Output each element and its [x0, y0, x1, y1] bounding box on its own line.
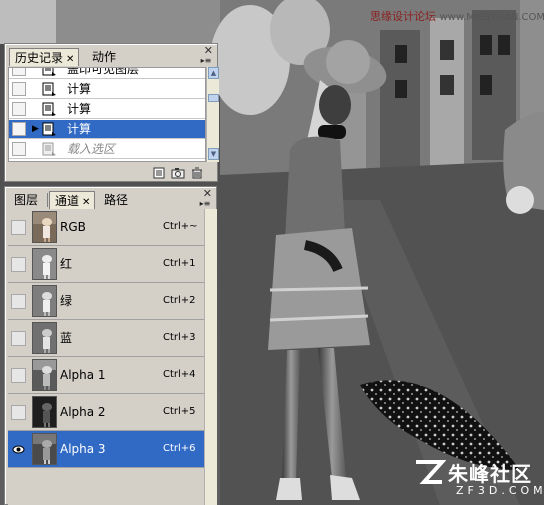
channel-shortcut: Ctrl+3 [163, 332, 196, 343]
tab-history[interactable]: 历史记录 ✕ [9, 48, 80, 66]
tab-layers[interactable]: 图层 [9, 191, 42, 209]
history-item-label: 载入选区 [67, 142, 116, 156]
visibility-toggle[interactable] [11, 294, 26, 309]
visibility-toggle[interactable] [11, 220, 26, 235]
channels-panel: 图层 通道 ✕ 路径 ✕ ▸≡ RGB Ctrl+~ 红 Ctrl+1 绿 Ct… [4, 186, 217, 505]
history-item-label: 计算 [67, 82, 92, 96]
watermark-brand: 朱峰社区 [448, 462, 532, 486]
close-icon[interactable]: ✕ [82, 197, 90, 208]
eye-icon [12, 445, 25, 454]
history-source-checkbox[interactable] [12, 142, 26, 156]
channel-list: RGB Ctrl+~ 红 Ctrl+1 绿 Ctrl+2 蓝 Ctrl+3 Al… [8, 209, 204, 505]
history-item-label: 盖印可见图层 [67, 67, 140, 76]
channel-name: Alpha 3 [60, 442, 106, 456]
history-item[interactable]: 盖印可见图层 [9, 67, 205, 79]
close-icon[interactable]: ✕ [66, 54, 74, 65]
new-snapshot-icon[interactable] [171, 167, 185, 179]
history-source-checkbox[interactable] [12, 122, 26, 136]
history-state-icon [42, 122, 56, 136]
channel-name: Alpha 1 [60, 368, 106, 382]
visibility-toggle[interactable] [11, 405, 26, 420]
history-state-icon [42, 82, 56, 96]
channel-shortcut: Ctrl+~ [163, 221, 198, 232]
tab-paths[interactable]: 路径 [99, 191, 132, 209]
channel-row-red[interactable]: 红 Ctrl+1 [8, 246, 204, 283]
channel-row-alpha-3[interactable]: Alpha 3 Ctrl+6 [8, 431, 204, 468]
history-footer [5, 165, 217, 181]
new-document-from-state-icon[interactable] [152, 167, 166, 179]
history-item-label: 计算 [67, 102, 92, 116]
history-source-checkbox[interactable] [12, 82, 26, 96]
tab-history-label: 历史记录 [15, 51, 64, 65]
visibility-toggle[interactable] [11, 331, 26, 346]
tab-actions[interactable]: 动作 [87, 48, 120, 66]
watermark-top: 思缘设计论坛 www.MISSYUAN.COM [370, 8, 544, 24]
visibility-toggle[interactable] [11, 368, 26, 383]
channel-shortcut: Ctrl+6 [163, 443, 196, 454]
history-panel-header: 历史记录 ✕ 动作 ✕ ▸≡ [5, 44, 217, 66]
panel-menu-icon[interactable]: ▸≡ [198, 56, 214, 66]
channels-panel-header: 图层 通道 ✕ 路径 ✕ ▸≡ [5, 187, 216, 209]
history-list: 盖印可见图层 计算 计算 ▶ 计算 载入选区 [8, 67, 206, 162]
history-state-icon [42, 102, 56, 116]
history-pointer-icon: ▶ [32, 124, 39, 134]
channel-thumbnail [32, 248, 57, 280]
watermark-top-site: www.MISSYUAN.COM [439, 12, 544, 23]
history-state-icon [42, 142, 56, 156]
channel-shortcut: Ctrl+4 [163, 369, 196, 380]
channel-thumbnail [32, 396, 57, 428]
scroll-up-icon[interactable]: ▲ [208, 67, 219, 79]
visibility-toggle[interactable] [11, 257, 26, 272]
trash-icon[interactable] [190, 167, 204, 179]
history-source-checkbox[interactable] [12, 68, 26, 76]
channel-row-alpha-2[interactable]: Alpha 2 Ctrl+5 [8, 394, 204, 431]
channel-name: 蓝 [60, 331, 73, 345]
panel-close-icon[interactable]: ✕ [204, 45, 213, 56]
tab-layers-label: 图层 [14, 193, 39, 207]
panel-menu-icon[interactable]: ▸≡ [197, 199, 213, 209]
tab-paths-label: 路径 [104, 193, 129, 207]
channel-thumbnail [32, 359, 57, 391]
channel-row-green[interactable]: 绿 Ctrl+2 [8, 283, 204, 320]
channel-row-blue[interactable]: 蓝 Ctrl+3 [8, 320, 204, 357]
history-item-selected[interactable]: ▶ 计算 [9, 120, 205, 139]
scroll-thumb[interactable] [208, 94, 219, 102]
watermark-top-text: 思缘设计论坛 [370, 10, 436, 23]
tab-channels-label: 通道 [55, 194, 80, 208]
channel-thumbnail [32, 322, 57, 354]
channel-name: 红 [60, 257, 73, 271]
scroll-down-icon[interactable]: ▼ [208, 148, 219, 160]
channel-shortcut: Ctrl+1 [163, 258, 196, 269]
panel-close-icon[interactable]: ✕ [203, 188, 212, 199]
channel-thumbnail [32, 211, 57, 243]
channel-row-alpha-1[interactable]: Alpha 1 Ctrl+4 [8, 357, 204, 394]
history-state-icon [42, 68, 56, 76]
tab-actions-label: 动作 [92, 50, 117, 64]
channels-scrollbar[interactable] [204, 209, 217, 505]
history-item[interactable]: 计算 [9, 100, 205, 119]
channel-shortcut: Ctrl+5 [163, 406, 196, 417]
history-item-label: 计算 [67, 122, 92, 136]
history-panel: 历史记录 ✕ 动作 ✕ ▸≡ 盖印可见图层 计算 计算 ▶ 计算 载入选区 ▲ … [4, 43, 219, 182]
watermark-site: ZF3D.COM [456, 484, 544, 497]
history-item[interactable]: 载入选区 [9, 140, 205, 159]
history-source-checkbox[interactable] [12, 102, 26, 116]
channel-name: RGB [60, 220, 86, 234]
channel-thumbnail [32, 285, 57, 317]
history-scrollbar[interactable]: ▲ ▼ [206, 67, 219, 162]
zf3d-logo-icon [416, 460, 446, 484]
channel-thumbnail [32, 433, 57, 465]
channel-name: 绿 [60, 294, 73, 308]
history-item[interactable]: 计算 [9, 80, 205, 99]
tab-separator [47, 193, 48, 207]
visibility-toggle[interactable] [11, 442, 26, 457]
tab-channels[interactable]: 通道 ✕ [49, 191, 96, 209]
channel-shortcut: Ctrl+2 [163, 295, 196, 306]
channel-name: Alpha 2 [60, 405, 106, 419]
channel-row-rgb[interactable]: RGB Ctrl+~ [8, 209, 204, 246]
